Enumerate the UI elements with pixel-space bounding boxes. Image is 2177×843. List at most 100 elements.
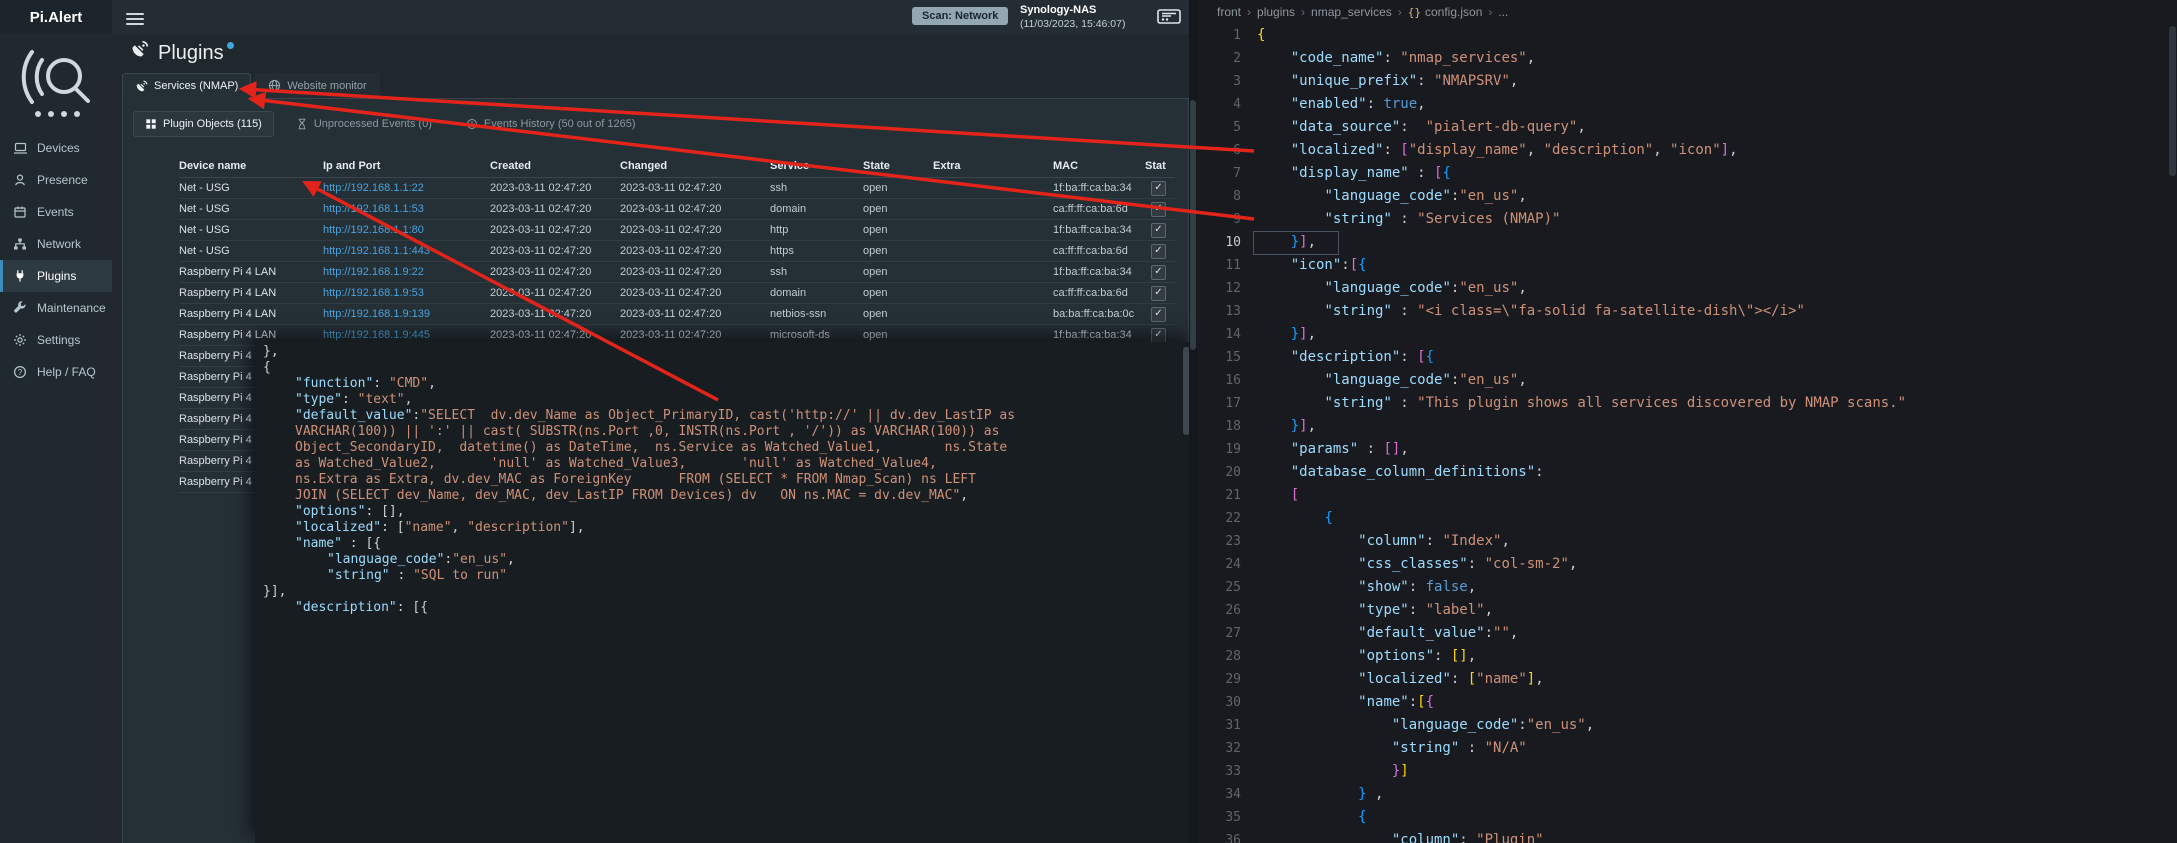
ip-port-link[interactable]: http://192.168.1.1:80 — [323, 224, 424, 236]
line-number: 3 — [1197, 70, 1257, 93]
subtab-plugin-objects-115[interactable]: Plugin Objects (115) — [133, 111, 274, 137]
column-header-mac[interactable]: MAC — [1053, 155, 1145, 178]
status-checkbox[interactable]: ✓ — [1151, 286, 1166, 301]
table-row[interactable]: Raspberry Pi 4 LANhttp://192.168.1.9:139… — [179, 304, 1175, 325]
line-number: 24 — [1197, 553, 1257, 576]
sidebar-item-network[interactable]: Network — [0, 228, 112, 260]
table-row[interactable]: Net - USGhttp://192.168.1.1:4432023-03-1… — [179, 241, 1175, 262]
sidebar-item-settings[interactable]: Settings — [0, 324, 112, 356]
table-row[interactable]: Raspberry Pi 4 LANhttp://192.168.1.9:222… — [179, 262, 1175, 283]
editor-line: 32 "string" : "N/A" — [1197, 737, 2177, 760]
ip-port-link[interactable]: http://192.168.1.9:53 — [323, 287, 424, 299]
status-checkbox[interactable]: ✓ — [1151, 244, 1166, 259]
service-cell: netbios-ssn — [770, 304, 863, 325]
editor-line: 25 "show": false, — [1197, 576, 2177, 599]
line-number: 22 — [1197, 507, 1257, 530]
presence-icon — [13, 173, 30, 187]
status-checkbox[interactable]: ✓ — [1151, 202, 1166, 217]
ip-port-link[interactable]: http://192.168.1.1:53 — [323, 203, 424, 215]
column-header-created[interactable]: Created — [490, 155, 620, 178]
status-checkbox[interactable]: ✓ — [1151, 181, 1166, 196]
status-checkbox[interactable]: ✓ — [1151, 265, 1166, 280]
column-header-service[interactable]: Service — [770, 155, 863, 178]
editor-line: 11 "icon":[{ — [1197, 254, 2177, 277]
line-number: 2 — [1197, 47, 1257, 70]
column-header-stat[interactable]: Stat — [1145, 155, 1175, 178]
breadcrumb-item-nmap-services[interactable]: nmap_services — [1311, 5, 1392, 19]
service-cell: domain — [770, 199, 863, 220]
tab-website-monitor[interactable]: Website monitor — [255, 73, 379, 98]
editor-line: 7 "display_name" : [{ — [1197, 162, 2177, 185]
sidebar-item-label: Network — [37, 237, 81, 251]
extra-cell — [933, 283, 1053, 304]
overlay-code-line: "function": "CMD", — [255, 376, 1193, 392]
sidebar-item-label: Plugins — [37, 269, 76, 283]
ip-port-link[interactable]: http://192.168.1.9:445 — [323, 329, 430, 341]
sidebar-item-presence[interactable]: Presence — [0, 164, 112, 196]
subtab-label: Plugin Objects (115) — [163, 118, 262, 130]
ip-port-link[interactable]: http://192.168.1.9:22 — [323, 266, 424, 278]
table-row[interactable]: Raspberry Pi 4 LANhttp://192.168.1.9:532… — [179, 283, 1175, 304]
subtab-events-history-50-out-of-1265[interactable]: Events History (50 out of 1265) — [454, 111, 648, 137]
code-editor[interactable]: front›plugins›nmap_services›{}config.jso… — [1197, 0, 2177, 843]
breadcrumb-item-[interactable]: ... — [1498, 5, 1508, 19]
brand-logo[interactable]: Pi.Alert — [0, 0, 112, 34]
sidebar-item-plugins[interactable]: Plugins — [0, 260, 112, 292]
overlay-code-line: }, — [255, 344, 1193, 360]
status-checkbox[interactable]: ✓ — [1151, 223, 1166, 238]
mac-cell: 1f:ba:ff:ca:ba:34 — [1053, 262, 1145, 283]
editor-line: 28 "options": [], — [1197, 645, 2177, 668]
column-header-extra[interactable]: Extra — [933, 155, 1053, 178]
editor-line: 18 }], — [1197, 415, 2177, 438]
editor-line: 21 [ — [1197, 484, 2177, 507]
breadcrumb-item-config-json[interactable]: {}config.json — [1408, 5, 1483, 19]
overlay-code-line: JOIN (SELECT dev_Name, dev_MAC, dev_Last… — [255, 488, 1193, 504]
sidebar-toggle-button[interactable] — [126, 10, 144, 28]
breadcrumb-item-front[interactable]: front — [1217, 5, 1241, 19]
column-header-changed[interactable]: Changed — [620, 155, 770, 178]
sidebar-item-label: Presence — [37, 173, 88, 187]
ip-port-cell: http://192.168.1.9:22 — [323, 262, 490, 283]
status-cell: ✓ — [1145, 199, 1175, 220]
line-number: 25 — [1197, 576, 1257, 599]
ip-port-link[interactable]: http://192.168.1.1:22 — [323, 182, 424, 194]
sidebar-item-help-faq[interactable]: ?Help / FAQ — [0, 356, 112, 388]
tab-label: Website monitor — [287, 80, 366, 92]
editor-line: 8 "language_code":"en_us", — [1197, 185, 2177, 208]
column-header-ip-and-port[interactable]: Ip and Port — [323, 155, 490, 178]
subtab-label: Events History (50 out of 1265) — [484, 118, 636, 130]
top-navbar: Scan: Network Synology-NAS (11/03/2023, … — [112, 0, 1197, 34]
line-number: 6 — [1197, 139, 1257, 162]
table-row[interactable]: Net - USGhttp://192.168.1.1:222023-03-11… — [179, 178, 1175, 199]
service-cell: http — [770, 220, 863, 241]
table-row[interactable]: Net - USGhttp://192.168.1.1:532023-03-11… — [179, 199, 1175, 220]
breadcrumb-item-plugins[interactable]: plugins — [1257, 5, 1295, 19]
editor-line: 20 "database_column_definitions": — [1197, 461, 2177, 484]
subtab-unprocessed-events-0[interactable]: Unprocessed Events (0) — [284, 111, 444, 137]
line-number: 23 — [1197, 530, 1257, 553]
line-number: 27 — [1197, 622, 1257, 645]
editor-line: 29 "localized": ["name"], — [1197, 668, 2177, 691]
line-number: 32 — [1197, 737, 1257, 760]
tab-services-nmap[interactable]: Services (NMAP) — [122, 73, 251, 99]
sidebar-item-maintenance[interactable]: Maintenance — [0, 292, 112, 324]
column-header-device-name[interactable]: Device name — [179, 155, 323, 178]
sidebar-item-events[interactable]: Events — [0, 196, 112, 228]
host-timestamp: (11/03/2023, 15:46:07) — [1020, 17, 1125, 31]
editor-line: 15 "description": [{ — [1197, 346, 2177, 369]
overlay-code-line: as Watched_Value2, 'null' as Watched_Val… — [255, 456, 1193, 472]
status-checkbox[interactable]: ✓ — [1151, 328, 1166, 343]
status-checkbox[interactable]: ✓ — [1151, 307, 1166, 322]
ip-port-cell: http://192.168.1.1:22 — [323, 178, 490, 199]
ip-port-link[interactable]: http://192.168.1.9:139 — [323, 308, 430, 320]
info-dot[interactable] — [227, 42, 234, 49]
editor-scrollbar[interactable] — [2167, 0, 2177, 843]
plugin-config-code-overlay[interactable]: },{"function": "CMD","type": "text","def… — [255, 342, 1193, 843]
changed-cell: 2023-03-11 02:47:20 — [620, 220, 770, 241]
ip-port-link[interactable]: http://192.168.1.1:443 — [323, 245, 430, 257]
column-header-state[interactable]: State — [863, 155, 933, 178]
sidebar-item-devices[interactable]: Devices — [0, 132, 112, 164]
editor-code-area[interactable]: 1{2 "code_name": "nmap_services",3 "uniq… — [1197, 24, 2177, 843]
table-row[interactable]: Net - USGhttp://192.168.1.1:802023-03-11… — [179, 220, 1175, 241]
app-scrollbar[interactable] — [1189, 0, 1197, 843]
